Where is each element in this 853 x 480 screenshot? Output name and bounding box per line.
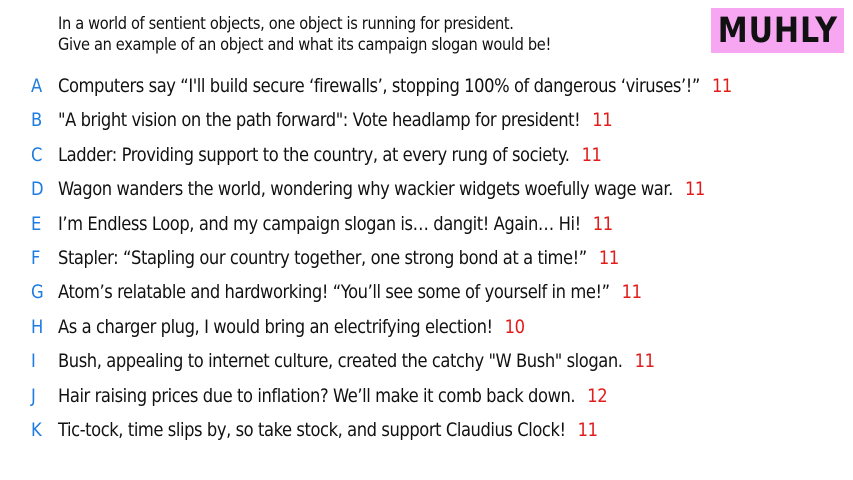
answer-row-i: I Bush, appealing to internet culture, c…	[0, 345, 853, 379]
answer-letter: B	[31, 109, 43, 132]
answer-row-j: J Hair raising prices due to inflation? …	[0, 380, 853, 414]
answer-text: Wagon wanders the world, wondering why w…	[58, 178, 673, 201]
answer-row-e: E I’m Endless Loop, and my campaign slog…	[0, 208, 853, 242]
answer-score: 11	[592, 109, 613, 132]
player-name: MUHLY	[717, 10, 838, 51]
answer-text: Ladder: Providing support to the country…	[58, 143, 570, 166]
answer-row-f: F Stapler: “Stapling our country togethe…	[0, 242, 853, 276]
prompt-text: In a world of sentient objects, one obje…	[58, 14, 551, 56]
answer-text: Computers say “I'll build secure ‘firewa…	[58, 75, 700, 97]
prompt-line-1: In a world of sentient objects, one obje…	[58, 14, 514, 34]
answer-score: 11	[634, 350, 655, 373]
answer-row-g: G Atom’s relatable and hardworking! “You…	[0, 276, 853, 310]
answer-letter: D	[31, 178, 44, 201]
answer-row-h: H As a charger plug, I would bring an el…	[0, 311, 853, 345]
answer-letter: F	[31, 246, 41, 269]
answer-letter: A	[31, 75, 43, 97]
answer-list: A Computers say “I'll build secure ‘fire…	[0, 70, 853, 448]
answer-row-d: D Wagon wanders the world, wondering why…	[0, 173, 853, 207]
answer-text: Atom’s relatable and hardworking! “You’l…	[58, 281, 610, 304]
answer-letter: K	[31, 418, 42, 441]
answer-line: Bush, appealing to internet culture, cre…	[58, 350, 655, 372]
answer-letter: G	[31, 281, 44, 304]
answer-text: Bush, appealing to internet culture, cre…	[58, 350, 623, 373]
answer-score: 12	[587, 384, 608, 407]
answer-text: "A bright vision on the path forward": V…	[58, 109, 581, 132]
answer-score: 11	[684, 178, 705, 201]
player-name-badge: MUHLY	[711, 8, 844, 53]
answer-score: 11	[598, 246, 619, 269]
answer-line: Tic-tock, time slips by, so take stock, …	[58, 419, 598, 441]
answer-score: 10	[504, 315, 525, 338]
answer-score: 11	[577, 418, 598, 441]
answer-text: Stapler: “Stapling our country together,…	[58, 246, 587, 269]
prompt-line-2: Give an example of an object and what it…	[58, 35, 551, 55]
answer-score: 11	[711, 75, 732, 97]
answer-line: Wagon wanders the world, wondering why w…	[58, 178, 705, 200]
answer-row-c: C Ladder: Providing support to the count…	[0, 139, 853, 173]
answer-line: I’m Endless Loop, and my campaign slogan…	[58, 213, 613, 235]
answer-text: Tic-tock, time slips by, so take stock, …	[58, 418, 566, 441]
answer-row-b: B "A bright vision on the path forward":…	[0, 104, 853, 138]
answer-text: As a charger plug, I would bring an elec…	[58, 315, 493, 338]
answer-text: Hair raising prices due to inflation? We…	[58, 384, 576, 407]
answer-letter: I	[31, 350, 36, 373]
answer-letter: C	[31, 143, 43, 166]
answer-line: "A bright vision on the path forward": V…	[58, 109, 613, 132]
answer-score: 11	[592, 212, 613, 235]
answer-text: I’m Endless Loop, and my campaign slogan…	[58, 212, 581, 235]
answer-line: Atom’s relatable and hardworking! “You’l…	[58, 281, 642, 303]
answer-score: 11	[581, 143, 602, 166]
answer-letter: J	[31, 384, 36, 407]
answer-line: As a charger plug, I would bring an elec…	[58, 316, 525, 338]
answer-line: Stapler: “Stapling our country together,…	[58, 247, 619, 269]
answer-row-a: A Computers say “I'll build secure ‘fire…	[0, 70, 853, 104]
answer-letter: E	[31, 212, 42, 235]
answer-letter: H	[31, 315, 44, 338]
answer-line: Hair raising prices due to inflation? We…	[58, 384, 608, 407]
answer-line: Ladder: Providing support to the country…	[58, 144, 602, 166]
answer-line: Computers say “I'll build secure ‘firewa…	[58, 75, 732, 97]
answer-row-k: K Tic-tock, time slips by, so take stock…	[0, 414, 853, 448]
answer-score: 11	[621, 281, 642, 304]
